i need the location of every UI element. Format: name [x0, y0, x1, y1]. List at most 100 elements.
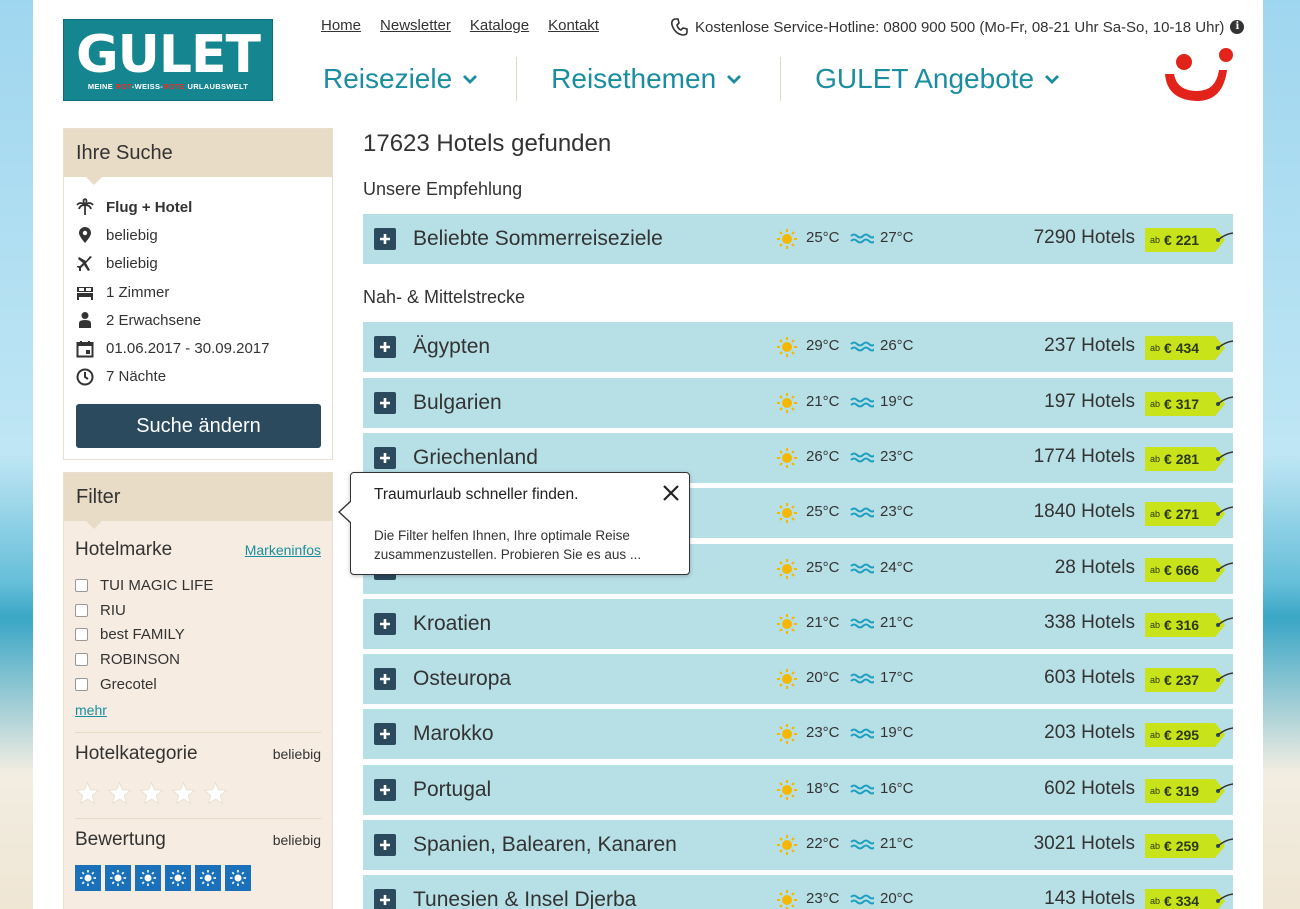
nav-kontakt-link[interactable]: Kontakt	[548, 17, 599, 34]
star-icon[interactable]	[171, 781, 196, 806]
water-waves-icon	[850, 784, 874, 795]
water-waves-icon	[850, 452, 874, 463]
brand-option[interactable]: RIU	[75, 598, 321, 623]
brand-option[interactable]: Grecotel	[75, 672, 321, 697]
bed-icon	[76, 283, 94, 301]
destination-row[interactable]: Ägypten 29°C 26°C 237 Hotels ab € 434	[363, 322, 1233, 373]
change-search-button[interactable]: Suche ändern	[76, 404, 321, 448]
checkbox[interactable]	[75, 628, 88, 642]
expand-plus-icon[interactable]	[374, 889, 396, 909]
water-waves-icon	[850, 728, 874, 739]
expand-plus-icon[interactable]	[374, 612, 396, 635]
destination-name: Ägypten	[413, 335, 491, 359]
sun-rating-icon[interactable]	[225, 865, 251, 892]
expand-plus-icon[interactable]	[374, 778, 396, 801]
brand-option[interactable]: ROBINSON	[75, 647, 321, 672]
location-pin-icon	[76, 226, 94, 244]
star-icon[interactable]	[139, 781, 164, 806]
price-tag[interactable]: ab € 334	[1145, 889, 1233, 909]
destination-row[interactable]: Tunesien & Insel Djerba 23°C 20°C 143 Hotel…	[363, 875, 1233, 909]
star-icon[interactable]	[203, 781, 228, 806]
search-item-label: 01.06.2017 - 30.09.2017	[106, 340, 270, 358]
brand-option-label: ROBINSON	[100, 650, 181, 668]
brand-option[interactable]: TUI MAGIC LIFE	[75, 573, 321, 598]
more-brands-link[interactable]: mehr	[75, 702, 107, 718]
price-tag[interactable]: ab € 281	[1145, 446, 1233, 471]
expand-plus-icon[interactable]	[374, 228, 396, 250]
sun-icon	[777, 447, 797, 468]
nav-kataloge-link[interactable]: Kataloge	[470, 17, 529, 34]
water-temperature: 17°C	[880, 669, 914, 687]
nav-reisethemen-label: Reisethemen	[551, 63, 717, 94]
service-hotline: Kostenlose Service-Hotline: 0800 900 500…	[669, 17, 1245, 37]
star-icon[interactable]	[107, 781, 132, 806]
price-tag[interactable]: ab € 434	[1145, 336, 1233, 361]
sun-rating-icon[interactable]	[75, 865, 101, 892]
sun-rating-icon[interactable]	[165, 865, 191, 892]
section-label: Unsere Empfehlung	[363, 179, 523, 199]
price-tag[interactable]: ab € 666	[1145, 557, 1233, 582]
destination-row[interactable]: Kroatien 21°C 21°C 338 Hotels ab € 316	[363, 598, 1233, 649]
price-tag[interactable]: ab € 259	[1145, 834, 1233, 858]
sun-rating-icon[interactable]	[135, 865, 161, 892]
expand-plus-icon[interactable]	[374, 723, 396, 746]
brand-option[interactable]: best FAMILY	[75, 622, 321, 647]
expand-plus-icon[interactable]	[374, 446, 396, 469]
nav-reisethemen[interactable]: Reisethemen	[551, 63, 742, 95]
price-prefix: ab	[1150, 730, 1161, 741]
price-tag[interactable]: ab € 237	[1145, 668, 1233, 693]
price-tag[interactable]: ab € 317	[1145, 391, 1233, 416]
expand-plus-icon[interactable]	[374, 834, 396, 856]
logo-word: GULET	[75, 25, 261, 85]
popover-text: Die Filter helfen Ihnen, Ihre optimale R…	[374, 528, 642, 562]
nav-reiseziele[interactable]: Reiseziele	[323, 63, 478, 95]
air-temperature: 26°C	[806, 447, 840, 465]
nav-home-link[interactable]: Home	[321, 17, 361, 34]
air-temperature: 29°C	[806, 337, 840, 355]
price-tag[interactable]: ab € 295	[1145, 723, 1233, 748]
close-icon[interactable]	[660, 482, 682, 504]
checkbox[interactable]	[75, 652, 88, 666]
checkbox[interactable]	[75, 603, 88, 617]
sun-rating-selector[interactable]	[75, 865, 321, 892]
air-temperature: 25°C	[806, 503, 840, 521]
chevron-down-icon	[463, 75, 478, 84]
destination-row[interactable]: Portugal 18°C 16°C 602 Hotels ab € 319	[363, 764, 1233, 815]
checkbox[interactable]	[75, 677, 88, 691]
destination-row[interactable]: Osteuropa 20°C 17°C 603 Hotels ab € 237	[363, 654, 1233, 705]
gulet-logo[interactable]: GULET MEINE ROT-WEISS-ROTE URLAUBSWELT	[63, 19, 273, 101]
price-tag[interactable]: ab € 319	[1145, 778, 1233, 803]
expand-plus-icon[interactable]	[374, 668, 396, 691]
price-tag[interactable]: ab € 271	[1145, 502, 1233, 527]
sun-rating-icon[interactable]	[105, 865, 131, 892]
star-rating-selector[interactable]	[75, 781, 321, 806]
brand-option-label: RIU	[100, 601, 126, 619]
sun-rating-icon[interactable]	[195, 865, 221, 892]
rating-filter-header: Bewertung beliebig	[75, 829, 321, 851]
phone-icon	[671, 18, 688, 36]
expand-plus-icon[interactable]	[374, 336, 396, 359]
search-item-label: beliebig	[106, 226, 158, 244]
search-item-label: beliebig	[106, 255, 158, 273]
checkbox[interactable]	[75, 578, 88, 592]
category-filter-header: Hotelkategorie beliebig	[75, 743, 321, 765]
tui-logo-icon[interactable]	[1161, 46, 1235, 106]
destination-row[interactable]: Beliebte Sommerreiseziele 25°C 27°C 7290 Ho…	[363, 214, 1233, 264]
price-tag[interactable]: ab € 221	[1145, 228, 1233, 252]
info-icon[interactable]: i	[1230, 20, 1245, 34]
water-temperature: 19°C	[880, 724, 914, 742]
nav-angebote[interactable]: GULET Angebote	[815, 63, 1060, 95]
search-item-departure: beliebig	[76, 250, 320, 278]
nav-newsletter-link[interactable]: Newsletter	[380, 17, 451, 34]
water-waves-icon	[850, 839, 874, 850]
brand-info-link[interactable]: Markeninfos	[245, 542, 321, 558]
star-icon[interactable]	[75, 781, 100, 806]
destination-row[interactable]: Bulgarien 21°C 19°C 197 Hotels ab € 317	[363, 377, 1233, 428]
price-value: € 334	[1164, 893, 1200, 909]
destination-row[interactable]: Marokko 23°C 19°C 203 Hotels ab € 295	[363, 709, 1233, 760]
price-tag[interactable]: ab € 316	[1145, 612, 1233, 637]
destination-row[interactable]: Spanien, Balearen, Kanaren 22°C 21°C 3021 H…	[363, 820, 1233, 870]
brand-filter-header: Hotelmarke Markeninfos	[75, 539, 321, 561]
person-icon	[76, 311, 94, 329]
expand-plus-icon[interactable]	[374, 391, 396, 414]
